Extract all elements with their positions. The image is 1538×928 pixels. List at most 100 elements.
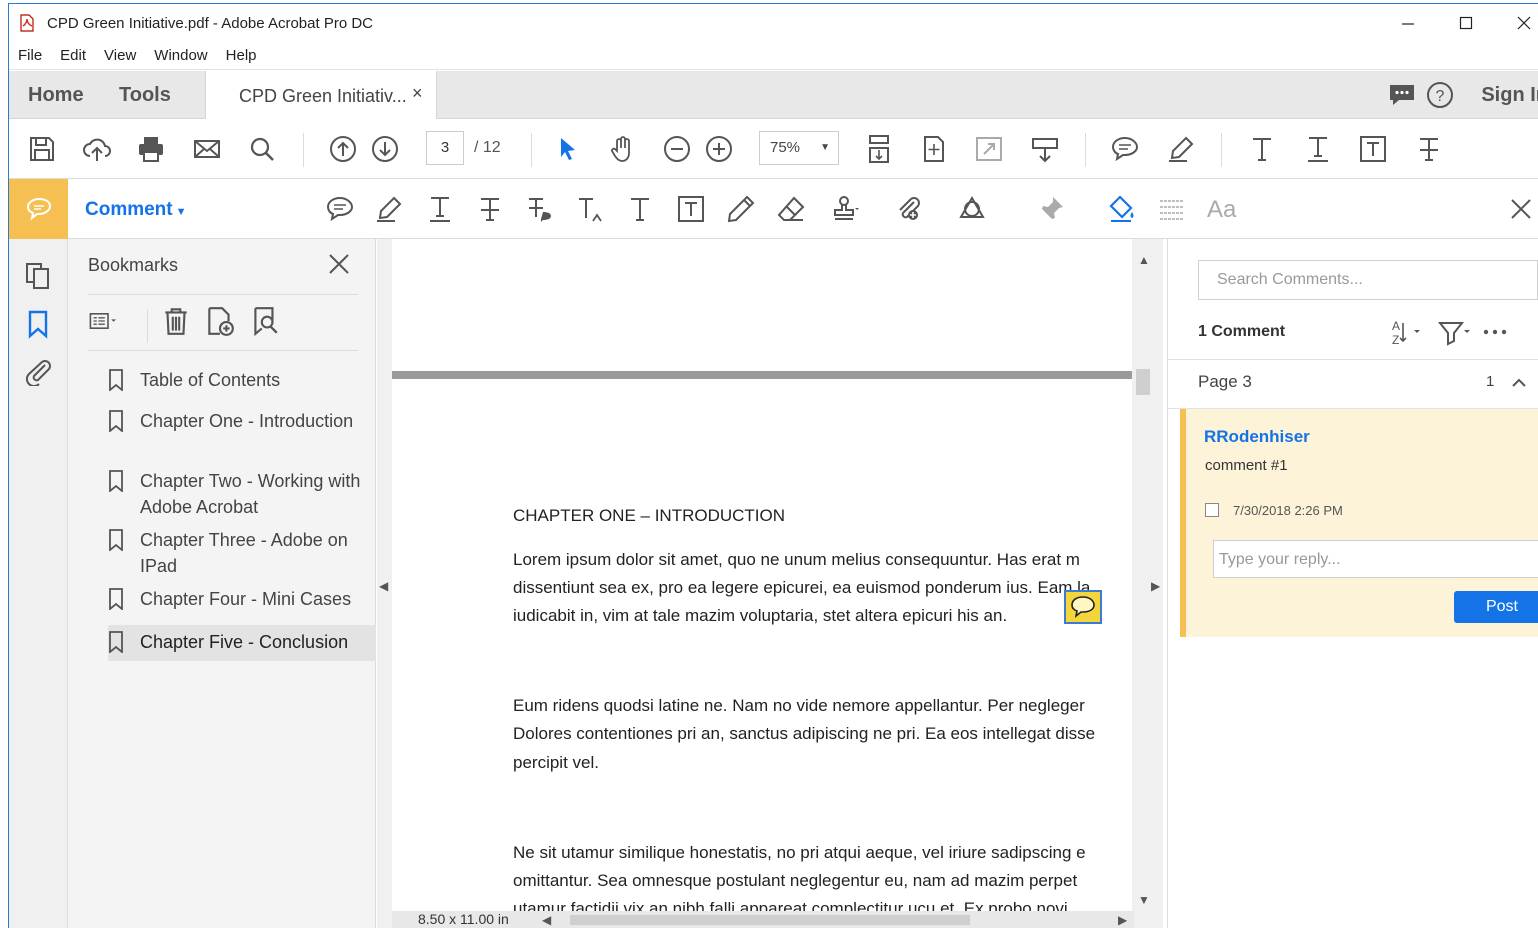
- more-options-icon[interactable]: [1480, 317, 1510, 347]
- page-number-input[interactable]: 3: [426, 131, 464, 165]
- underline-text-button[interactable]: [1302, 133, 1334, 165]
- highlighter-icon: [1169, 136, 1194, 162]
- tab-tools[interactable]: Tools: [119, 84, 171, 107]
- scroll-down-arrow[interactable]: ▼: [1138, 893, 1150, 907]
- previous-page-button[interactable]: [327, 133, 359, 165]
- replace-text-button[interactable]: [522, 193, 558, 225]
- scroll-up-arrow[interactable]: ▲: [1138, 253, 1150, 267]
- add-text-button[interactable]: [622, 193, 658, 225]
- fit-page-button[interactable]: [918, 133, 950, 165]
- bookmark-icon[interactable]: [23, 309, 53, 339]
- underline-button[interactable]: [422, 193, 458, 225]
- scroll-left-arrow[interactable]: ◀: [542, 913, 551, 927]
- zoom-value: 75%: [770, 139, 801, 156]
- sticky-note-annotation[interactable]: [1064, 590, 1102, 624]
- bookmark-options-icon[interactable]: [88, 305, 120, 337]
- text-box-button[interactable]: [673, 193, 709, 225]
- hand-tool-button[interactable]: [606, 133, 638, 165]
- collapse-right-panel-arrow[interactable]: ▶: [1151, 579, 1160, 593]
- tab-document[interactable]: CPD Green Initiativ... ×: [205, 71, 437, 119]
- pin-button[interactable]: [1033, 193, 1069, 225]
- pencil-icon: [727, 195, 755, 223]
- paperclip-icon[interactable]: [23, 356, 53, 386]
- bookmark-item[interactable]: Table of Contents: [108, 367, 376, 393]
- menu-help[interactable]: Help: [226, 47, 257, 64]
- line-style-button[interactable]: [1154, 193, 1190, 225]
- bookmark-item[interactable]: Chapter One - Introduction: [108, 408, 376, 460]
- bookmark-item[interactable]: Chapter Four - Mini Cases: [108, 586, 376, 612]
- minimize-button[interactable]: [1385, 8, 1431, 38]
- print-button[interactable]: [135, 133, 167, 165]
- full-screen-button[interactable]: [973, 133, 1005, 165]
- bookmark-item[interactable]: Chapter Two - Working with Adobe Acrobat: [108, 468, 376, 520]
- insert-text-button[interactable]: [572, 193, 608, 225]
- search-button[interactable]: [246, 133, 278, 165]
- read-mode-button[interactable]: [1029, 133, 1061, 165]
- page-group-header[interactable]: Page 3 1: [1168, 359, 1538, 409]
- sticky-note-button[interactable]: [322, 193, 358, 225]
- collapse-left-panel-arrow[interactable]: ◀: [379, 579, 388, 593]
- scrollbar-thumb[interactable]: [1136, 369, 1150, 395]
- zoom-dropdown[interactable]: 75% ▼: [759, 131, 839, 165]
- help-icon[interactable]: ?: [1425, 80, 1455, 110]
- close-panel-icon[interactable]: [326, 251, 352, 277]
- comment-checkbox[interactable]: [1205, 503, 1219, 517]
- stamp-button[interactable]: [827, 193, 863, 225]
- new-bookmark-icon[interactable]: [204, 305, 236, 337]
- pencil-button[interactable]: [723, 193, 759, 225]
- pdf-page: CHAPTER ONE – INTRODUCTION Lorem ipsum d…: [392, 239, 1132, 911]
- search-comments-input[interactable]: Search Comments...: [1198, 260, 1538, 300]
- scrolling-mode-button[interactable]: [863, 133, 895, 165]
- menu-view[interactable]: View: [104, 47, 136, 64]
- menu-edit[interactable]: Edit: [60, 47, 86, 64]
- close-window-button[interactable]: [1501, 8, 1538, 38]
- select-tool-button[interactable]: [551, 133, 583, 165]
- page-thumbnails-icon[interactable]: [23, 261, 53, 291]
- strikethrough-button[interactable]: [1413, 133, 1445, 165]
- save-button[interactable]: [26, 133, 58, 165]
- attach-file-button[interactable]: [891, 193, 927, 225]
- highlight-text-button[interactable]: [371, 193, 407, 225]
- shapes-button[interactable]: [955, 193, 991, 225]
- bookmark-item[interactable]: Chapter Three - Adobe on IPad: [108, 527, 376, 579]
- font-style-button[interactable]: Aa: [1207, 196, 1236, 224]
- horizontal-scrollbar[interactable]: 8.50 x 11.00 in ◀ ▶: [392, 911, 1134, 928]
- email-button[interactable]: [191, 133, 223, 165]
- text-box-button[interactable]: [1357, 133, 1389, 165]
- next-page-button[interactable]: [369, 133, 401, 165]
- comment-card[interactable]: RRodenhiser comment #1 7/30/2018 2:26 PM…: [1180, 409, 1538, 637]
- scroll-right-arrow[interactable]: ▶: [1118, 913, 1127, 927]
- color-fill-button[interactable]: [1104, 193, 1140, 225]
- filter-icon[interactable]: [1436, 317, 1476, 347]
- paragraph-line: omittantur. Sea omnesque postulant negle…: [513, 871, 1078, 890]
- add-comment-button[interactable]: [1109, 133, 1141, 165]
- scrollbar-thumb[interactable]: [570, 915, 970, 925]
- zoom-out-button[interactable]: [661, 133, 693, 165]
- tab-home[interactable]: Home: [28, 84, 84, 107]
- zoom-in-button[interactable]: [703, 133, 735, 165]
- highlight-button[interactable]: [1165, 133, 1197, 165]
- eraser-button[interactable]: [773, 193, 809, 225]
- reply-input[interactable]: Type your reply...: [1213, 540, 1538, 578]
- text-tool-button[interactable]: [1246, 133, 1278, 165]
- post-button[interactable]: Post: [1454, 591, 1538, 623]
- bookmark-item-selected[interactable]: Chapter Five - Conclusion: [108, 625, 376, 661]
- arrow-down-circle-icon: [372, 136, 398, 162]
- trash-icon[interactable]: [160, 305, 192, 337]
- sort-icon[interactable]: AZ: [1390, 317, 1426, 347]
- chevron-up-icon[interactable]: [1510, 374, 1528, 392]
- document-tab-close-button[interactable]: ×: [412, 83, 423, 104]
- upload-cloud-button[interactable]: [81, 133, 113, 165]
- strikethrough-button[interactable]: [472, 193, 508, 225]
- bookmark-search-icon[interactable]: [249, 305, 281, 337]
- comment-menu-button[interactable]: Comment ▼: [85, 199, 187, 221]
- chevron-down-icon: ▼: [820, 142, 830, 153]
- menu-file[interactable]: File: [18, 47, 42, 64]
- menu-window[interactable]: Window: [154, 47, 207, 64]
- maximize-button[interactable]: [1443, 8, 1489, 38]
- envelope-icon: [194, 140, 220, 158]
- close-comment-toolbar-button[interactable]: [1503, 193, 1538, 225]
- sign-in-link[interactable]: Sign In: [1481, 84, 1538, 107]
- chat-icon[interactable]: [1387, 80, 1417, 110]
- vertical-scrollbar[interactable]: ▲ ▼: [1134, 239, 1152, 911]
